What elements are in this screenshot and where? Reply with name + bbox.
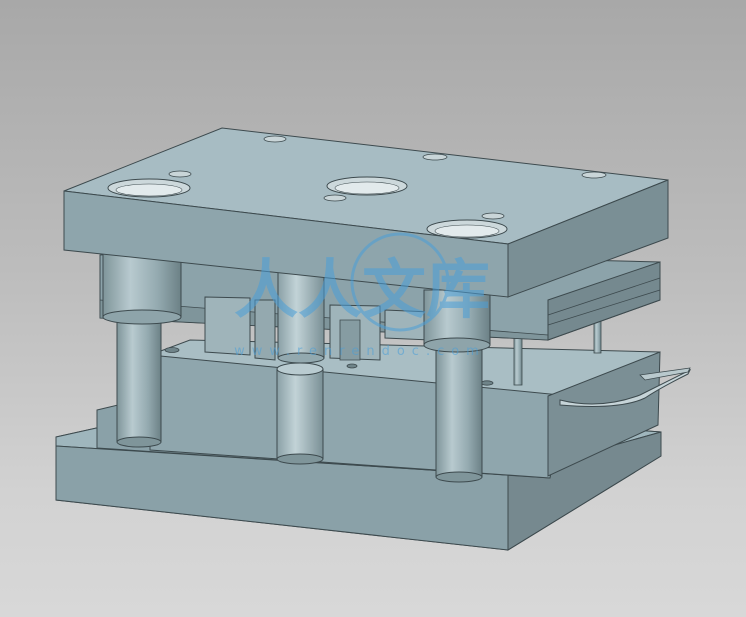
- guide-bushing-left[interactable]: [102, 251, 182, 325]
- guide-pin-right[interactable]: [513, 334, 523, 386]
- die-assembly-model[interactable]: 人人文库 www.renrendoc.com: [0, 0, 746, 617]
- watermark-url-text: www.renrendoc.com: [234, 344, 486, 359]
- guide-post-center[interactable]: [276, 362, 324, 465]
- guide-post-right[interactable]: [435, 349, 483, 483]
- watermark-logo-text: 人人文库: [234, 254, 490, 328]
- guide-post-left[interactable]: [116, 311, 162, 448]
- cad-viewport[interactable]: 人人文库 www.renrendoc.com: [0, 0, 746, 617]
